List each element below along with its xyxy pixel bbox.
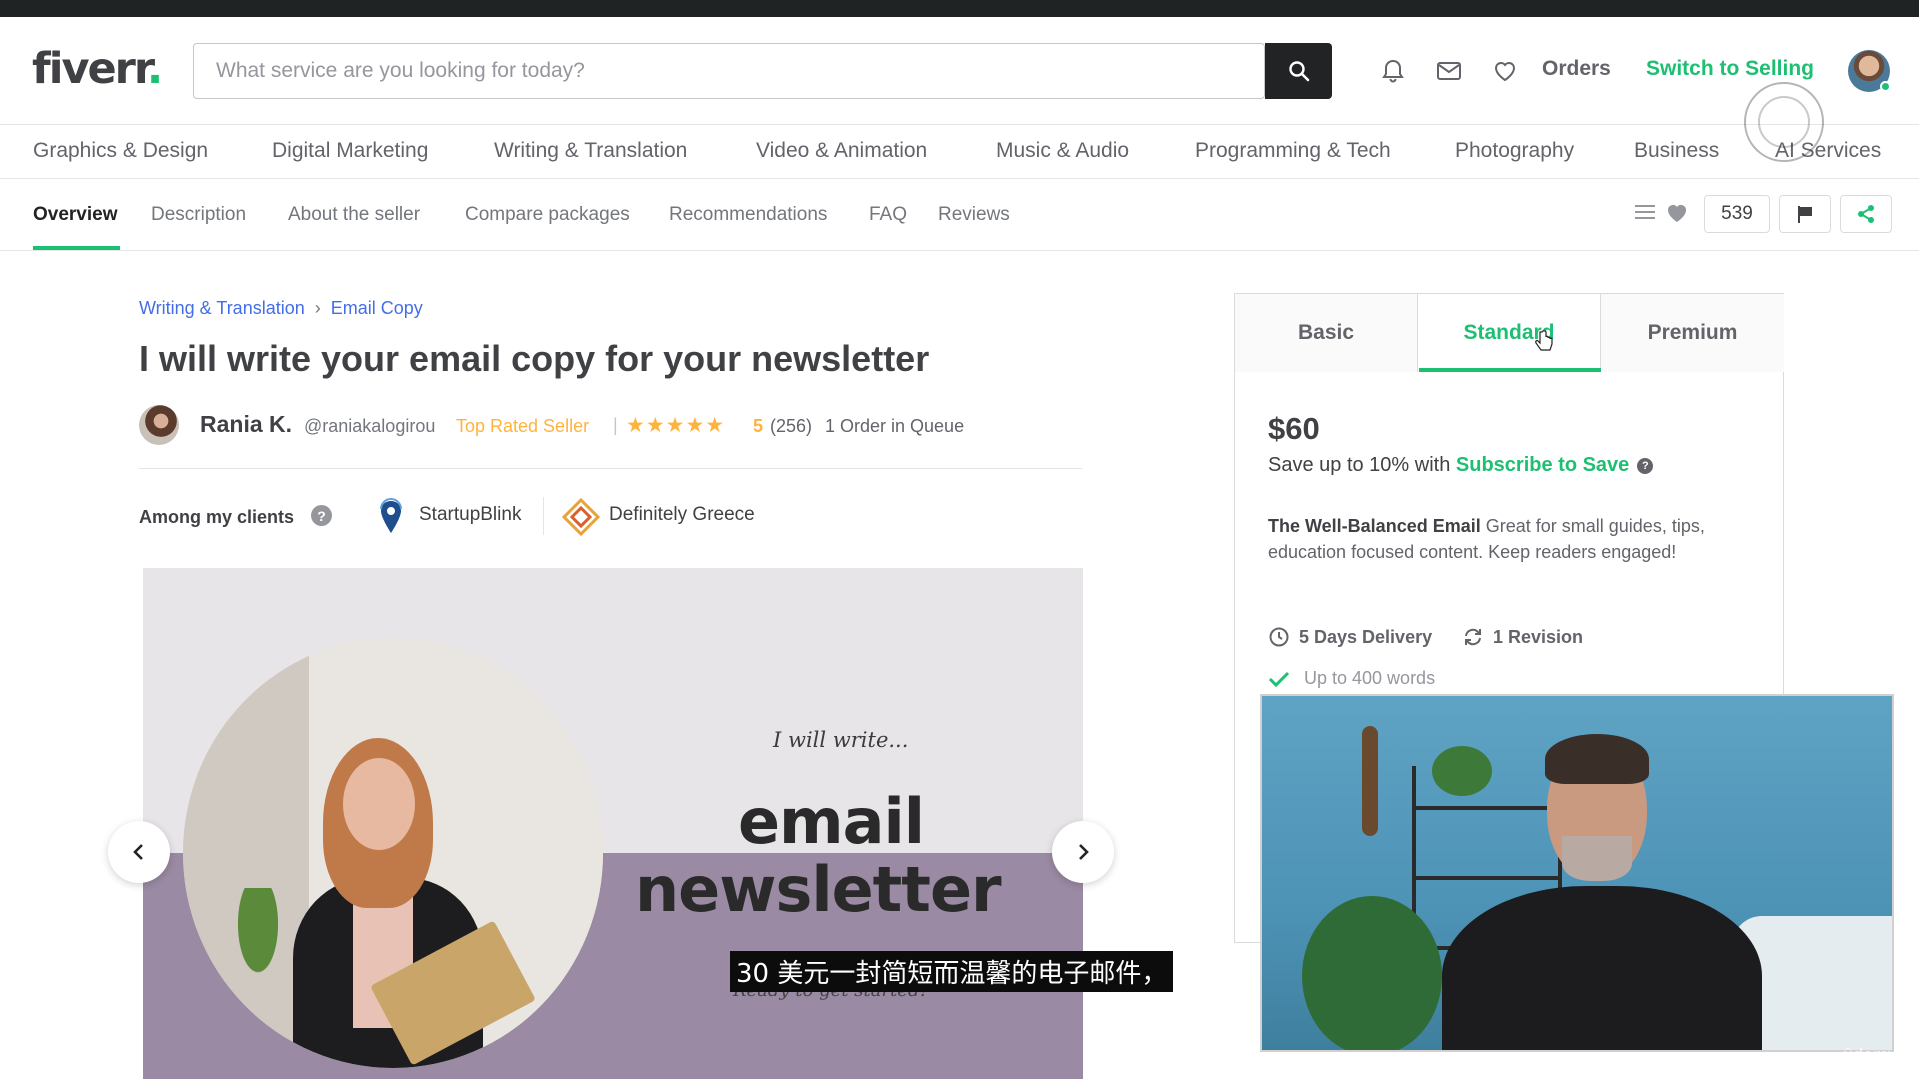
chevron-right-icon xyxy=(1079,844,1089,860)
star-rating-icon: ★★★★★ xyxy=(626,414,726,437)
tab-reviews[interactable]: Reviews xyxy=(938,204,1010,226)
report-button[interactable] xyxy=(1779,195,1831,233)
messages-button[interactable] xyxy=(1433,55,1465,87)
tab-compare-packages[interactable]: Compare packages xyxy=(465,204,630,226)
search-button[interactable] xyxy=(1265,43,1332,99)
client-startupblink: StartupBlink xyxy=(419,504,522,525)
gallery-headline-line2: newsletter xyxy=(635,853,1002,926)
breadcrumb-writing-translation[interactable]: Writing & Translation xyxy=(139,298,305,318)
fiverr-logo[interactable]: fiverr. xyxy=(32,44,163,94)
client-divider xyxy=(543,497,544,535)
gig-section-nav: Overview Description About the seller Co… xyxy=(0,179,1919,251)
orders-link[interactable]: Orders xyxy=(1542,57,1611,81)
tab-about-seller[interactable]: About the seller xyxy=(288,204,420,226)
tab-recommendations[interactable]: Recommendations xyxy=(669,204,827,226)
online-status-dot xyxy=(1880,81,1891,92)
refresh-icon xyxy=(1465,628,1481,646)
flag-icon xyxy=(1798,206,1812,223)
notifications-button[interactable] xyxy=(1377,55,1409,87)
breadcrumb-email-copy[interactable]: Email Copy xyxy=(331,298,423,318)
gallery-next-button[interactable] xyxy=(1052,821,1114,883)
search-icon xyxy=(1288,61,1309,82)
chevron-left-icon xyxy=(133,844,143,860)
startupblink-logo-icon xyxy=(380,498,402,533)
gallery-prev-button[interactable] xyxy=(108,821,170,883)
rating-score: 5 xyxy=(753,416,764,436)
package-tabs: Basic Standard Premium xyxy=(1235,294,1784,372)
hand-cursor-icon xyxy=(1535,330,1553,351)
revision-count: 1 Revision xyxy=(1462,626,1583,648)
definitely-greece-logo-icon xyxy=(561,497,601,537)
search-box xyxy=(193,43,1265,99)
package-tab-indicator xyxy=(1419,368,1601,372)
category-writing-translation[interactable]: Writing & Translation xyxy=(494,139,687,163)
gallery-headline-line1: email xyxy=(738,785,925,858)
heart-icon xyxy=(1494,62,1516,82)
seller-photo xyxy=(183,638,603,1068)
collections-list-icon[interactable] xyxy=(1632,200,1658,224)
package-tab-basic[interactable]: Basic xyxy=(1235,294,1418,372)
package-tab-standard[interactable]: Standard xyxy=(1418,294,1601,372)
breadcrumb: Writing & Translation › Email Copy xyxy=(139,298,423,319)
seller-handle: @raniakalogirou xyxy=(304,416,436,436)
site-header: fiverr. Orders Switch to Selling xyxy=(0,17,1919,124)
search-input[interactable] xyxy=(194,44,1265,98)
delivery-time: 5 Days Delivery xyxy=(1268,626,1432,648)
bell-icon xyxy=(1382,59,1404,83)
package-name: The Well-Balanced Email xyxy=(1268,516,1481,536)
checkmark-icon xyxy=(1268,671,1290,687)
category-digital-marketing[interactable]: Digital Marketing xyxy=(272,139,428,163)
envelope-icon xyxy=(1437,62,1461,80)
subscribe-to-save-link[interactable]: Subscribe to Save xyxy=(1456,454,1629,476)
user-avatar[interactable] xyxy=(1848,50,1891,92)
client-definitely-greece: Definitely Greece xyxy=(609,504,755,525)
package-description: The Well-Balanced Email Great for small … xyxy=(1268,513,1748,565)
active-tab-indicator xyxy=(33,246,120,250)
share-button[interactable] xyxy=(1840,195,1892,233)
category-nav: Graphics & Design Digital Marketing Writ… xyxy=(0,124,1919,179)
gallery-kicker-text: I will write... xyxy=(773,728,909,752)
clients-label: Among my clients xyxy=(139,507,295,527)
seller-level-badge: Top Rated Seller xyxy=(456,416,590,436)
instructor-webcam-overlay xyxy=(1260,694,1894,1052)
category-photography[interactable]: Photography xyxy=(1455,139,1574,163)
category-graphics-design[interactable]: Graphics & Design xyxy=(33,139,208,163)
tab-overview[interactable]: Overview xyxy=(33,204,118,226)
switch-to-selling-link[interactable]: Switch to Selling xyxy=(1646,57,1814,81)
share-icon xyxy=(1858,205,1874,223)
seller-name[interactable]: Rania K. xyxy=(200,411,292,438)
gig-gallery-image[interactable]: I will write... email newsletter Ready t… xyxy=(143,568,1083,1079)
orders-in-queue: 1 Order in Queue xyxy=(825,416,965,436)
subscribe-save-line: Save up to 10% with Subscribe to Save? xyxy=(1268,454,1654,477)
category-programming-tech[interactable]: Programming & Tech xyxy=(1195,139,1391,163)
review-count[interactable]: (256) xyxy=(770,416,812,437)
seller-overview: Rania K. @raniakalogirou Top Rated Selle… xyxy=(139,405,1079,449)
package-price: $60 xyxy=(1268,411,1320,446)
save-count: 539 xyxy=(1704,195,1770,233)
udemy-watermark: ûdemy xyxy=(1843,1045,1898,1065)
question-mark-icon[interactable]: ? xyxy=(1637,458,1654,474)
gig-title: I will write your email copy for your ne… xyxy=(139,338,930,379)
seller-avatar[interactable] xyxy=(139,405,179,445)
video-subtitle: 30 美元一封简短而温馨的电子邮件， xyxy=(730,951,1174,992)
category-music-audio[interactable]: Music & Audio xyxy=(996,139,1129,163)
save-heart-icon[interactable] xyxy=(1664,201,1690,225)
save-prefix: Save up to 10% with xyxy=(1268,454,1451,476)
chevron-right-icon: › xyxy=(314,298,321,318)
clock-icon xyxy=(1269,627,1289,647)
cursor-highlight-inner xyxy=(1758,96,1810,148)
category-video-animation[interactable]: Video & Animation xyxy=(756,139,927,163)
question-mark-icon[interactable]: ? xyxy=(311,505,332,526)
package-tab-premium[interactable]: Premium xyxy=(1601,294,1784,372)
category-business[interactable]: Business xyxy=(1634,139,1719,163)
section-divider xyxy=(139,468,1082,469)
divider: | xyxy=(613,415,618,435)
tab-faq[interactable]: FAQ xyxy=(869,204,907,226)
tab-description[interactable]: Description xyxy=(151,204,246,226)
package-feature: Up to 400 words xyxy=(1268,668,1435,689)
browser-top-strip xyxy=(0,0,1919,17)
favorites-button[interactable] xyxy=(1489,55,1521,87)
